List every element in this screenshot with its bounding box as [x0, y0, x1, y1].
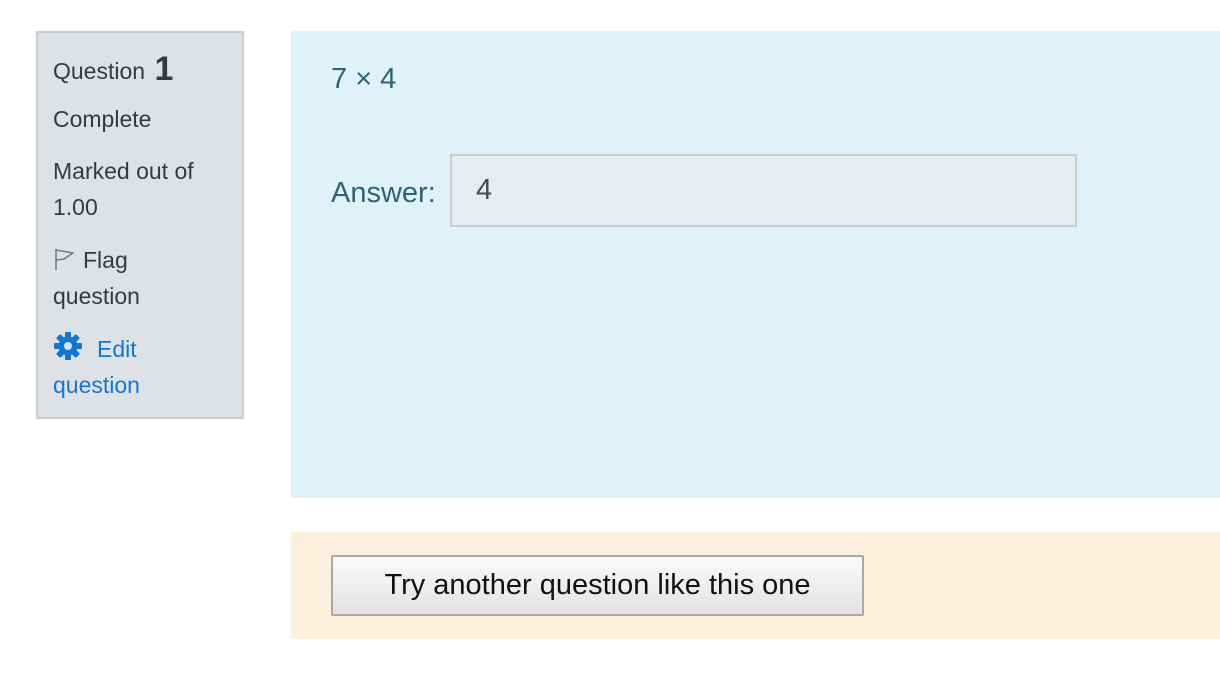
edit-label-line-1[interactable]: Edit — [97, 336, 137, 362]
gear-icon[interactable] — [53, 331, 83, 361]
question-content-panel: 7 × 4 Answer: — [291, 31, 1220, 498]
edit-label-line-2[interactable]: question — [53, 367, 227, 403]
try-another-question-button[interactable]: Try another question like this one — [331, 555, 864, 616]
question-state: Complete — [53, 106, 152, 132]
question-info-panel: Question 1 Complete Marked out of 1.00 F… — [36, 31, 244, 419]
grade-line-1: Marked out of — [53, 158, 194, 184]
flag-label-line-2[interactable]: question — [53, 278, 227, 314]
quiz-question-page: Question 1 Complete Marked out of 1.00 F… — [0, 0, 1220, 678]
edit-question-link[interactable]: Edit question — [53, 331, 227, 403]
question-text: 7 × 4 — [331, 63, 397, 95]
flag-question-toggle[interactable]: Flag question — [53, 242, 227, 314]
question-number-heading: Question 1 — [53, 49, 227, 91]
flag-outline-icon[interactable] — [53, 245, 77, 270]
question-label: Question — [53, 58, 146, 84]
grade-line-2: 1.00 — [53, 194, 98, 220]
question-actions-panel: Try another question like this one — [291, 532, 1220, 639]
question-number: 1 — [154, 50, 174, 88]
answer-input[interactable] — [450, 154, 1077, 227]
answer-label: Answer: — [331, 177, 436, 209]
flag-label-line-1[interactable]: Flag — [83, 247, 128, 273]
question-grade: Marked out of 1.00 — [53, 153, 227, 225]
